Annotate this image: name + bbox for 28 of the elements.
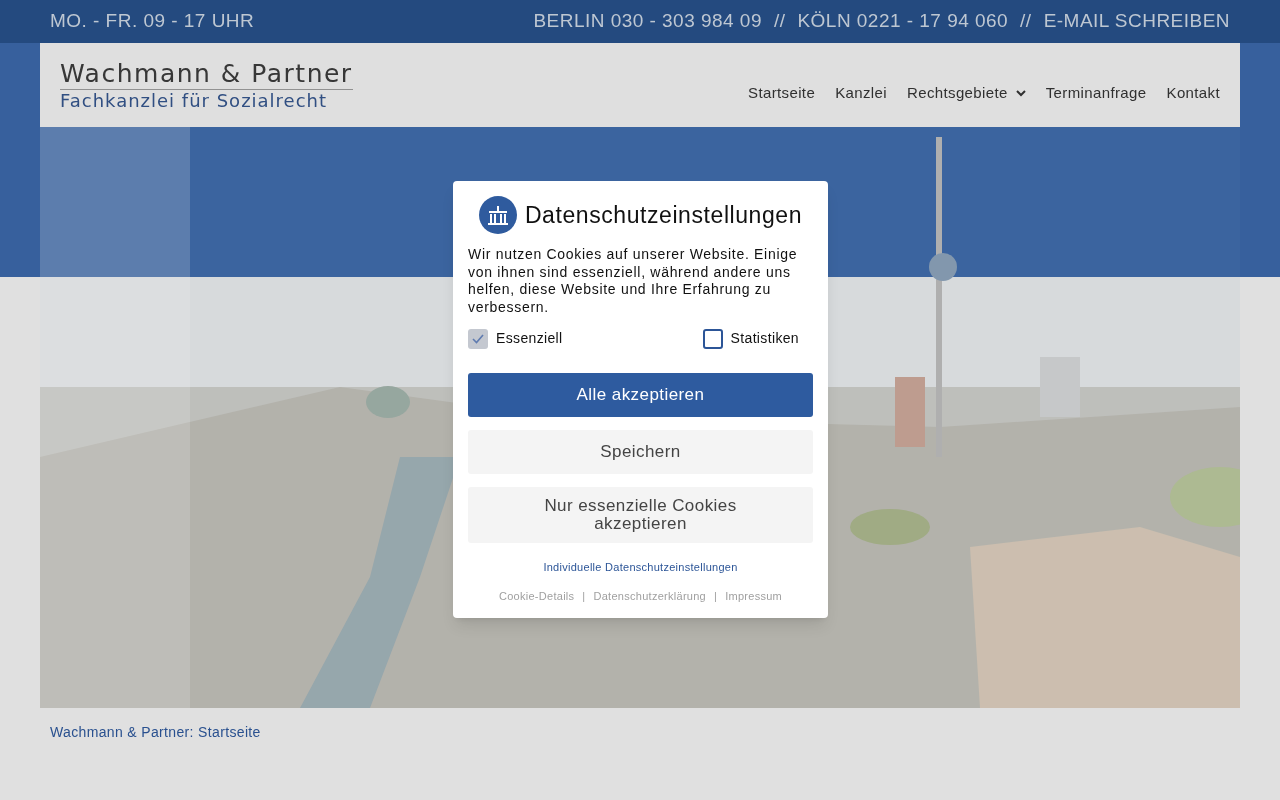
chevron-down-icon (1015, 89, 1026, 97)
cookie-button[interactable]: Nur essenzielle Cookies akzeptieren (468, 487, 813, 543)
contact-link[interactable]: KÖLN 0221 - 17 94 060 (797, 7, 1009, 36)
checkbox-label: Statistiken (730, 329, 799, 348)
logo-name[interactable]: Wachmann & Partner (60, 57, 353, 90)
nav-link[interactable]: Rechtsgebiete (906, 81, 1026, 105)
separator-text: // (1020, 9, 1032, 34)
contact-link[interactable]: E-MAIL SCHREIBEN (1043, 7, 1230, 36)
settings-link[interactable]: Individuelle Datenschutzeinstellungen (543, 559, 738, 576)
separator-text: | (713, 588, 719, 604)
check-icon (472, 333, 484, 344)
accept-all-button[interactable]: Alle akzeptieren (468, 373, 813, 417)
separator-text: | (581, 588, 587, 604)
nav-link[interactable]: Kontakt (1166, 81, 1220, 105)
checkbox-label: Essenziell (496, 329, 563, 348)
checkbox[interactable] (702, 328, 723, 349)
dialog-text: Wir nutzen Cookies auf unserer Website. Einige von ihnen sind essenziell, während andere uns helfen, diese Website und Ihre Erfahrung zu verbessern. (468, 246, 799, 316)
contact-link[interactable]: BERLIN 030 - 303 984 09 (533, 7, 762, 36)
gate-icon (478, 196, 517, 234)
dialog-title: Datenschutzeinstellungen (524, 200, 803, 230)
nav-link[interactable]: Terminanfrage (1045, 81, 1147, 105)
nav-link[interactable]: Startseite (748, 81, 816, 105)
nav-link[interactable]: Kanzlei (835, 81, 887, 105)
separator-text: // (773, 9, 786, 34)
cookie-button[interactable]: Speichern (468, 430, 813, 474)
opening-hours: MO. - FR. 09 - 17 UHR (50, 9, 255, 34)
logo-tagline[interactable]: Fachkanzlei für Sozialrecht (60, 89, 353, 113)
breadcrumb: Wachmann & Partner: Startseite (50, 724, 261, 740)
